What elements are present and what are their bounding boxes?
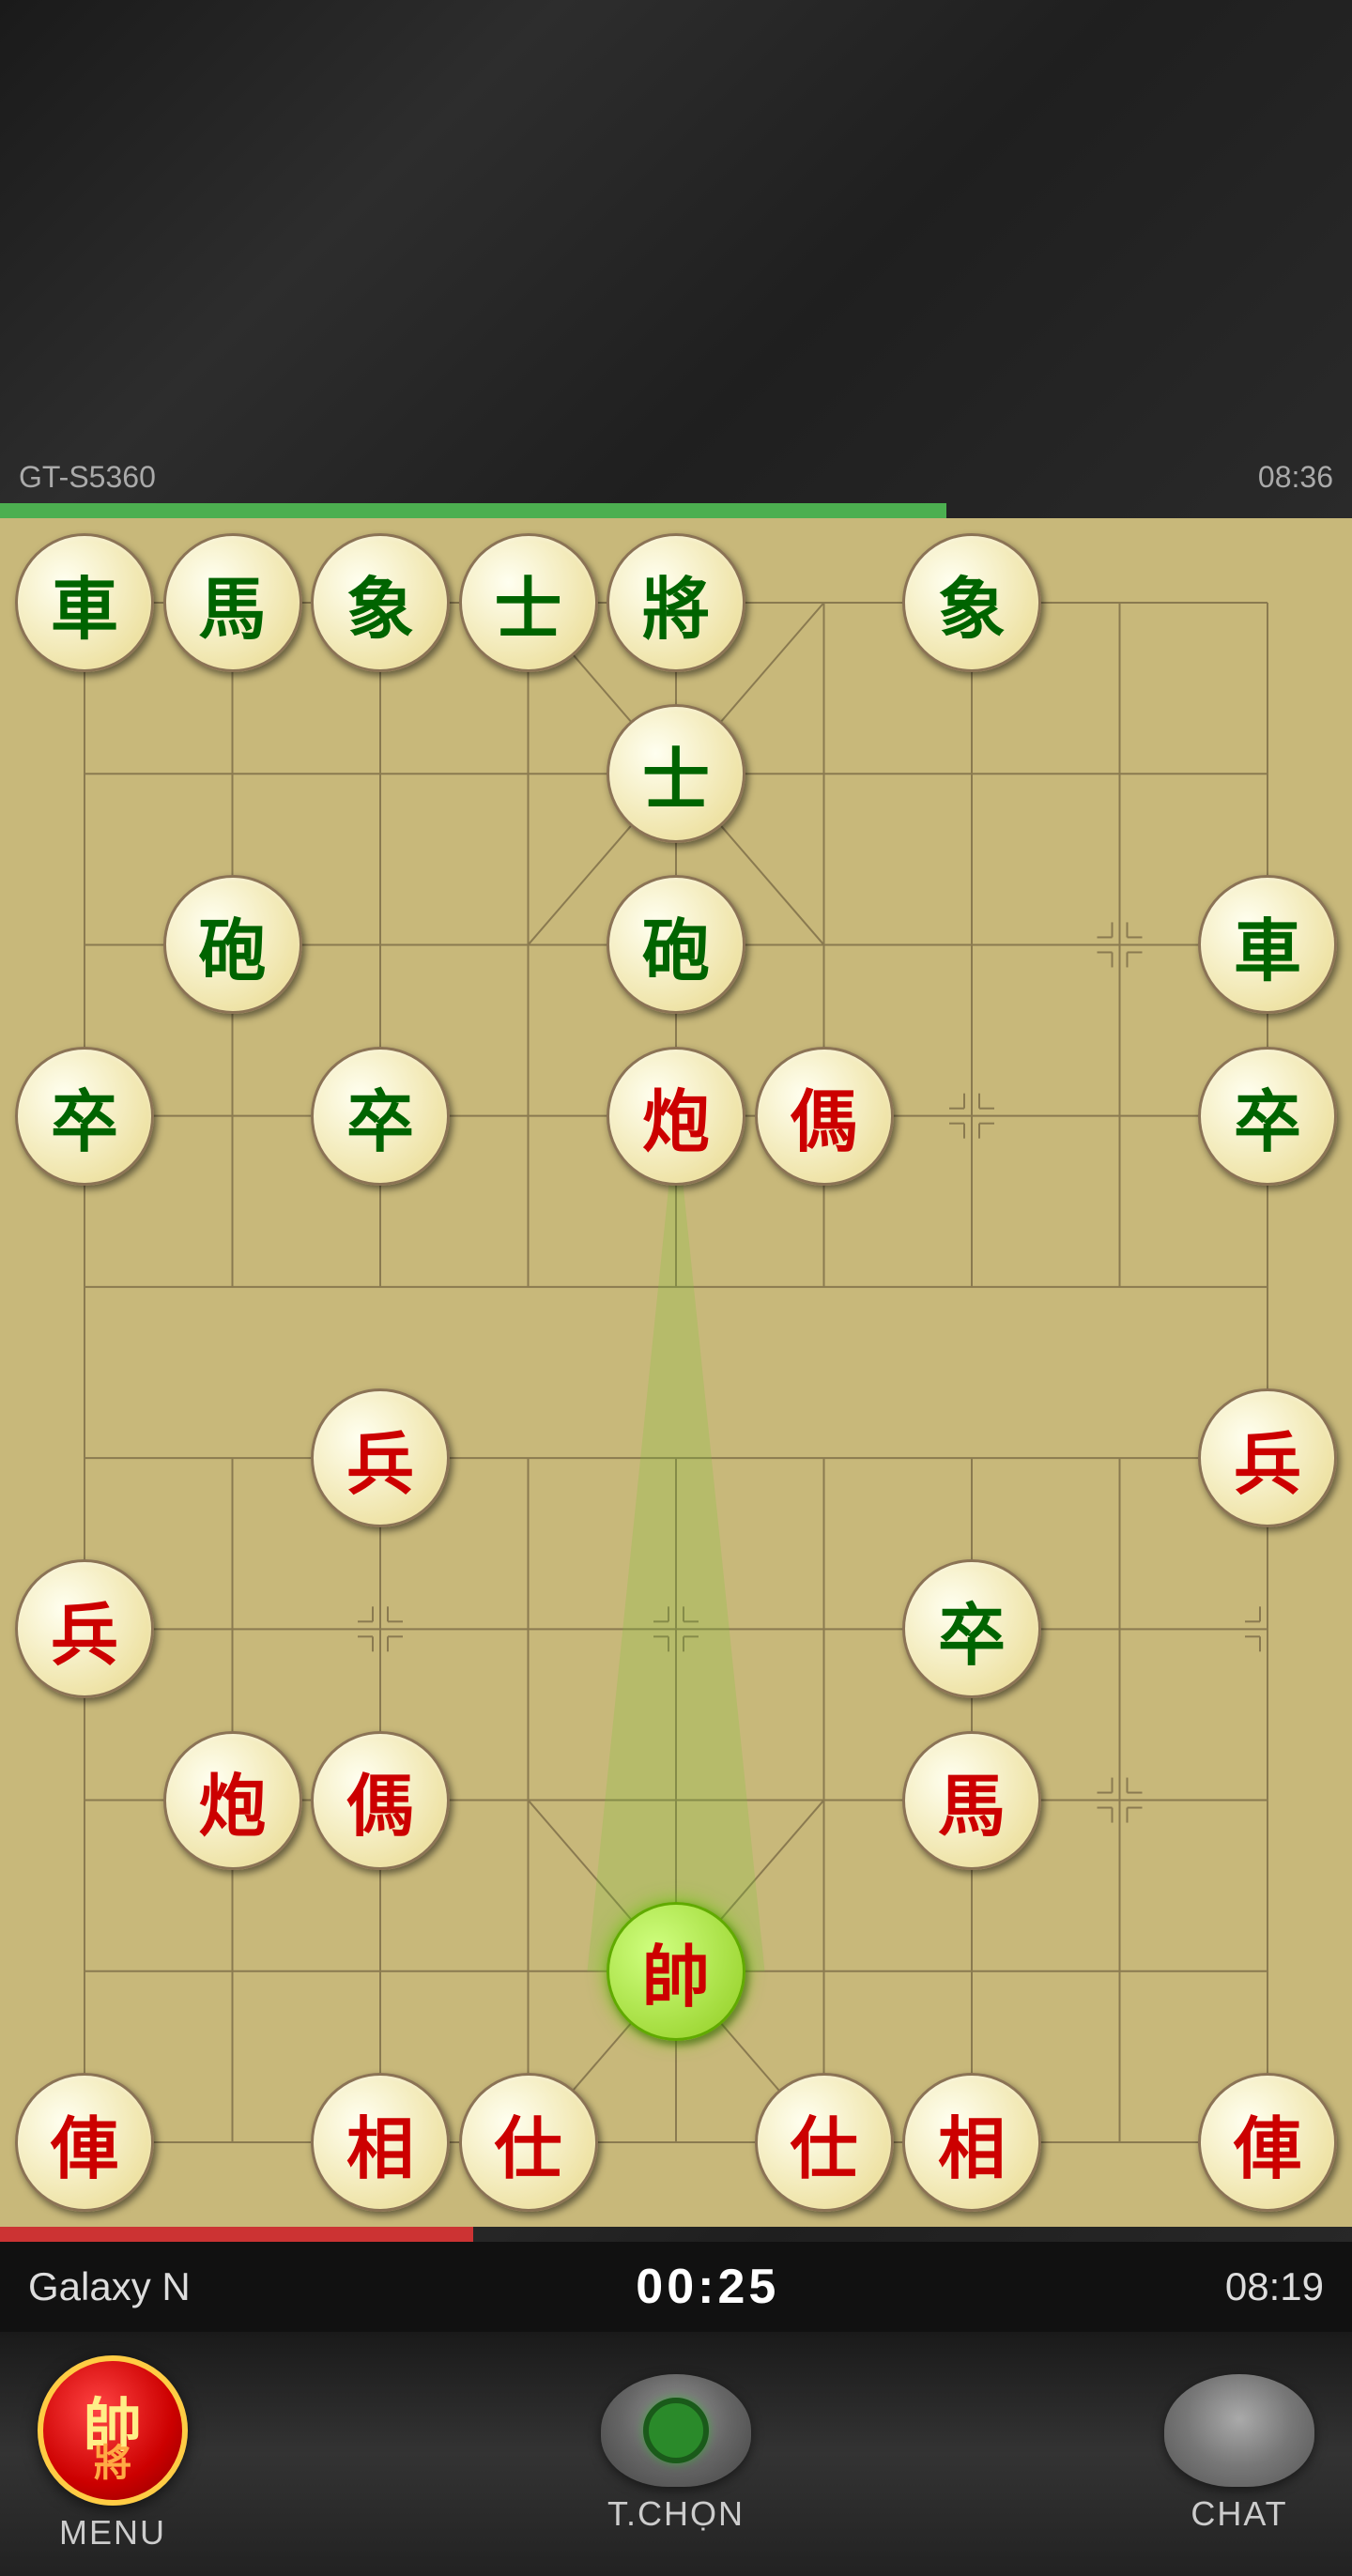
menu-button[interactable]: 帥 將 MENU xyxy=(38,2355,188,2553)
piece-p26[interactable]: 仕 xyxy=(459,2073,598,2212)
player-time-remaining: 08:19 xyxy=(1225,2264,1324,2309)
time-top: 08:36 xyxy=(1258,460,1333,495)
piece-p24[interactable]: 俥 xyxy=(15,2073,154,2212)
piece-p11[interactable]: 卒 xyxy=(311,1047,450,1186)
piece-p9[interactable]: 砲 xyxy=(607,875,745,1014)
piece-p18[interactable]: 兵 xyxy=(15,1559,154,1698)
piece-p13[interactable]: 傌 xyxy=(755,1047,894,1186)
piece-p27[interactable]: 仕 xyxy=(755,2073,894,2212)
chat-icon xyxy=(1164,2374,1314,2487)
game-timer: 00:25 xyxy=(636,2259,779,2315)
piece-p14[interactable]: 車 xyxy=(1198,875,1337,1014)
piece-p6[interactable]: 象 xyxy=(902,533,1041,672)
background-top xyxy=(0,0,1352,526)
piece-p29[interactable]: 俥 xyxy=(1198,2073,1337,2212)
player-name: Galaxy N xyxy=(28,2264,191,2309)
piece-p20[interactable]: 炮 xyxy=(163,1731,302,1870)
progress-bar-top xyxy=(0,503,946,518)
player-info-bar: Galaxy N 00:25 08:19 xyxy=(0,2242,1352,2332)
chat-label: CHAT xyxy=(1191,2494,1287,2534)
menu-icon: 帥 將 xyxy=(38,2355,188,2506)
piece-p25[interactable]: 相 xyxy=(311,2073,450,2212)
menu-label: MENU xyxy=(59,2513,166,2553)
piece-p3[interactable]: 象 xyxy=(311,533,450,672)
piece-p21[interactable]: 傌 xyxy=(311,1731,450,1870)
progress-bar-bottom xyxy=(0,2227,473,2242)
bottom-toolbar: 帥 將 MENU T.CHỌN CHAT xyxy=(0,2332,1352,2576)
piece-p1[interactable]: 車 xyxy=(15,533,154,672)
gear-icon xyxy=(643,2398,709,2463)
piece-p4[interactable]: 士 xyxy=(459,533,598,672)
tchon-icon xyxy=(601,2374,751,2487)
game-board: 車馬象士將象士砲砲卒卒炮傌車卒兵兵兵卒炮傌馬帥俥相仕仕相俥 xyxy=(0,518,1352,2227)
piece-p7[interactable]: 士 xyxy=(607,704,745,843)
piece-p8[interactable]: 砲 xyxy=(163,875,302,1014)
tchon-button[interactable]: T.CHỌN xyxy=(601,2374,751,2534)
tchon-label: T.CHỌN xyxy=(607,2494,745,2534)
piece-p23[interactable]: 帥 xyxy=(607,1902,745,2041)
chat-button[interactable]: CHAT xyxy=(1164,2374,1314,2534)
piece-p16[interactable]: 兵 xyxy=(311,1388,450,1527)
piece-p19[interactable]: 卒 xyxy=(902,1559,1041,1698)
device-name-top: GT-S5360 xyxy=(19,460,156,495)
piece-p2[interactable]: 馬 xyxy=(163,533,302,672)
status-bar-top: GT-S5360 08:36 xyxy=(0,451,1352,503)
menu-icon-char2: 將 xyxy=(94,2432,131,2487)
piece-p12[interactable]: 炮 xyxy=(607,1047,745,1186)
piece-p22[interactable]: 馬 xyxy=(902,1731,1041,1870)
piece-p17[interactable]: 兵 xyxy=(1198,1388,1337,1527)
piece-p28[interactable]: 相 xyxy=(902,2073,1041,2212)
piece-p15[interactable]: 卒 xyxy=(1198,1047,1337,1186)
piece-p5[interactable]: 將 xyxy=(607,533,745,672)
piece-p10[interactable]: 卒 xyxy=(15,1047,154,1186)
